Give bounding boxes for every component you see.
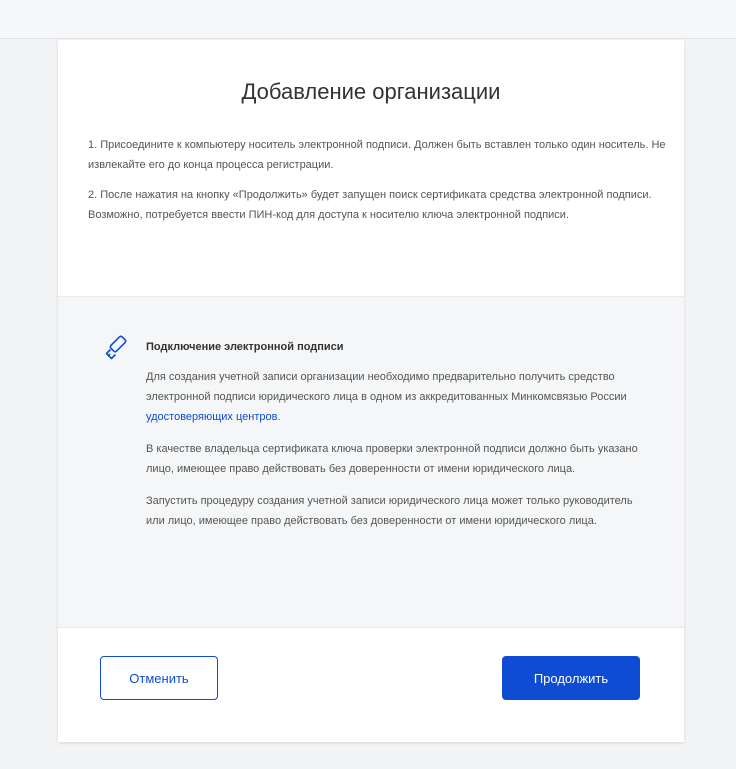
top-bar [0, 0, 736, 39]
intro-step-1: 1. Присоедините к компьютеру носитель эл… [88, 139, 666, 171]
info-heading: Подключение электронной подписи [146, 341, 344, 353]
dialog-title: Добавление организации [241, 79, 501, 104]
signature-info-panel: Подключение электронной подписи Для созд… [58, 296, 684, 628]
add-organization-dialog: Добавление организации 1. Присоедините к… [58, 40, 684, 742]
info-paragraph-2: В качестве владельца сертификата ключа п… [146, 443, 638, 475]
info-body: Для создания учетной записи организации … [146, 367, 646, 543]
usb-key-icon [104, 333, 132, 361]
info-paragraph-1-text: Для создания учетной записи организации … [146, 371, 627, 403]
info-paragraph-1: Для создания учетной записи организации … [146, 367, 646, 427]
info-paragraph-1-end: . [277, 411, 281, 423]
continue-button[interactable]: Продолжить [502, 656, 640, 700]
certification-centers-link[interactable]: удостоверяющих центров [146, 411, 277, 423]
info-paragraph-3: Запустить процедуру создания учетной зап… [146, 495, 633, 527]
dialog-actions: Отменить Продолжить [58, 626, 684, 742]
intro-step-2: 2. После нажатия на кнопку «Продолжить» … [88, 189, 652, 221]
cancel-button[interactable]: Отменить [100, 656, 218, 700]
intro-instructions: 1. Присоедините к компьютеру носитель эл… [88, 135, 678, 235]
